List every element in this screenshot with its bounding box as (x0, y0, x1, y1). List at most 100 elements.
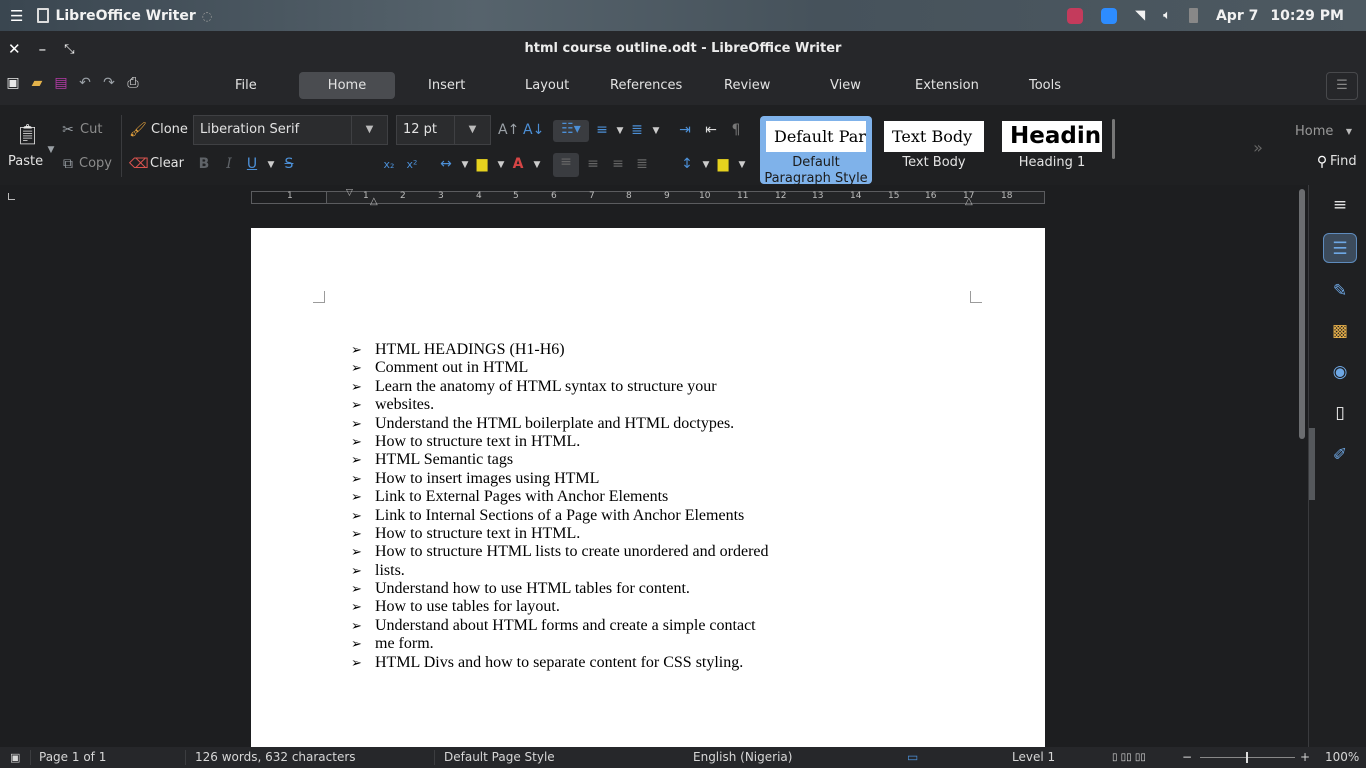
word-count[interactable]: 126 words, 632 characters (195, 747, 356, 768)
chevron-down-icon[interactable]: ▼ (1340, 123, 1358, 141)
font-color-icon[interactable]: A (509, 155, 527, 173)
font-name-combo[interactable]: Liberation Serif ▼ (193, 115, 388, 145)
view-layout-icons[interactable]: ▯ ▯▯ ▯▯ (1112, 747, 1146, 768)
bold-icon[interactable]: B (195, 155, 213, 173)
dropdown-icon[interactable]: ▼ (456, 156, 474, 174)
tab-tools[interactable]: Tools (1015, 72, 1075, 99)
dropdown-icon[interactable]: ▼ (492, 156, 510, 174)
zoom-slider-thumb[interactable] (1246, 752, 1248, 763)
first-indent-marker-icon[interactable]: ▽ (346, 188, 353, 198)
bullet-list[interactable]: ➢ HTML HEADINGS (H1-H6) ➢ Comment out in HT… (351, 341, 769, 672)
gallery-icon[interactable]: ▩ (1323, 316, 1357, 346)
decrease-indent-icon[interactable]: ⇤ (702, 121, 720, 139)
tab-references[interactable]: References (596, 72, 696, 99)
style-heading-1[interactable]: Heading 1 Heading 1 (996, 116, 1108, 184)
zoom-level[interactable]: 100% (1325, 747, 1359, 768)
line-spacing-icon[interactable]: ↕ (678, 155, 696, 173)
strikethrough-icon[interactable]: S (280, 155, 298, 173)
paste-dropdown-icon[interactable]: ▼ (42, 141, 60, 159)
list-item[interactable]: ➢ How to structure text in HTML. (351, 525, 769, 543)
scrollbar-thumb[interactable] (1299, 189, 1305, 439)
open-folder-icon[interactable]: ▰ (28, 74, 46, 92)
vertical-scrollbar[interactable] (1296, 185, 1308, 747)
dropdown-icon[interactable]: ▼ (647, 122, 665, 140)
tab-layout[interactable]: Layout (511, 72, 583, 99)
dropdown-icon[interactable]: ▼ (611, 122, 629, 140)
outline-list-icon[interactable]: ≣ (628, 121, 646, 139)
close-window-icon[interactable]: ✕ (8, 40, 21, 58)
formatting-marks-icon[interactable]: ¶ (727, 121, 745, 139)
volume-icon[interactable]: 🔈︎ (1163, 8, 1171, 23)
list-item[interactable]: ➢ Understand the HTML boilerplate and HTM… (351, 415, 769, 433)
grow-font-icon[interactable]: A↑ (498, 121, 519, 139)
document-workspace[interactable]: 1 1 2 3 4 5 6 7 8 9 10 11 12 13 14 15 16… (0, 185, 1308, 747)
numbered-list-icon[interactable]: ≡ (593, 121, 611, 139)
copy-button[interactable]: Copy (79, 156, 112, 171)
horizontal-ruler[interactable]: 1 1 2 3 4 5 6 7 8 9 10 11 12 13 14 15 16… (251, 188, 1045, 207)
tab-file[interactable]: File (221, 72, 271, 99)
align-right-icon[interactable]: ≡ (609, 155, 627, 173)
list-item[interactable]: ➢ Comment out in HTML (351, 359, 769, 377)
superscript-icon[interactable]: x² (403, 156, 421, 174)
align-center-icon[interactable]: ≡ (584, 155, 602, 173)
tab-review[interactable]: Review (710, 72, 784, 99)
battery-icon[interactable] (1188, 8, 1198, 23)
character-spacing-icon[interactable]: ↔ (437, 155, 455, 173)
list-item[interactable]: ➢ How to insert images using HTML (351, 470, 769, 488)
justify-icon[interactable]: ≣ (633, 155, 651, 173)
list-item[interactable]: ➢ HTML Semantic tags (351, 451, 769, 469)
page-icon[interactable]: ▯ (1323, 398, 1357, 428)
clear-button[interactable]: Clear (150, 156, 184, 171)
selection-mode-icon[interactable]: ▭ (907, 747, 918, 768)
expand-ribbon-icon[interactable]: » (1249, 139, 1267, 157)
list-item[interactable]: ➢ websites. (351, 396, 769, 414)
list-item[interactable]: ➢ Learn the anatomy of HTML syntax to str… (351, 378, 769, 396)
sidebar-menu-icon[interactable]: ≡ (1323, 190, 1357, 220)
left-indent-marker-icon[interactable]: △ (370, 196, 378, 207)
maximize-window-icon[interactable]: ⤡ (64, 42, 74, 57)
paste-button[interactable]: Paste (8, 154, 43, 169)
style-text-body[interactable]: Text Body Text Body (878, 116, 990, 184)
list-item[interactable]: ➢ HTML HEADINGS (H1-H6) (351, 341, 769, 359)
page-style[interactable]: Default Page Style (444, 747, 555, 768)
properties-icon[interactable]: ☰ (1323, 233, 1357, 263)
undo-icon[interactable]: ↶ (76, 74, 94, 92)
underline-dropdown-icon[interactable]: ▼ (262, 156, 280, 174)
align-left-icon[interactable]: ≡ (553, 153, 579, 177)
main-menu-hamburger-icon[interactable]: ☰ (1326, 72, 1358, 100)
styles-icon[interactable]: ✎ (1323, 276, 1357, 306)
bullet-list-icon[interactable]: ☷▾ (553, 120, 589, 142)
minimize-window-icon[interactable]: – (39, 40, 47, 58)
new-document-icon[interactable]: ▣ (4, 74, 22, 92)
zoom-app-icon[interactable] (1101, 7, 1118, 24)
app-menu[interactable]: LibreOffice Writer ◌ (37, 8, 212, 24)
tab-insert[interactable]: Insert (414, 72, 479, 99)
dropdown-icon[interactable]: ▼ (697, 156, 715, 174)
list-item[interactable]: ➢ Link to Internal Sections of a Page wit… (351, 507, 769, 525)
styles-scrollbar[interactable] (1112, 119, 1115, 159)
document-page[interactable]: ➢ HTML HEADINGS (H1-H6) ➢ Comment out in HT… (251, 228, 1045, 747)
tab-extension[interactable]: Extension (901, 72, 993, 99)
redo-icon[interactable]: ↷ (100, 74, 118, 92)
find-button[interactable]: Find (1330, 154, 1357, 169)
navigator-icon[interactable]: ◉ (1323, 357, 1357, 387)
cut-button[interactable]: Cut (80, 122, 102, 137)
page-count[interactable]: Page 1 of 1 (39, 747, 106, 768)
save-status-icon[interactable]: ▣ (10, 747, 20, 768)
dropdown-icon[interactable]: ▼ (733, 156, 751, 174)
dropdown-icon[interactable]: ▼ (528, 156, 546, 174)
chevron-down-icon[interactable]: ▼ (454, 116, 490, 144)
clone-button[interactable]: Clone (151, 122, 188, 137)
list-item[interactable]: ➢ lists. (351, 562, 769, 580)
chevron-down-icon[interactable]: ▼ (351, 116, 387, 144)
save-icon[interactable]: ▤ (52, 74, 70, 92)
subscript-icon[interactable]: x₂ (380, 156, 398, 174)
list-item[interactable]: ➢ me form. (351, 635, 769, 653)
list-item[interactable]: ➢ HTML Divs and how to separate content f… (351, 654, 769, 672)
italic-icon[interactable]: I (220, 155, 238, 173)
language[interactable]: English (Nigeria) (693, 747, 792, 768)
right-indent-marker-icon[interactable]: △ (965, 196, 973, 207)
tab-view[interactable]: View (816, 72, 875, 99)
zoom-in-icon[interactable]: + (1300, 747, 1310, 768)
style-default-paragraph[interactable]: Default Paragraph Style Default Paragrap… (760, 116, 872, 185)
